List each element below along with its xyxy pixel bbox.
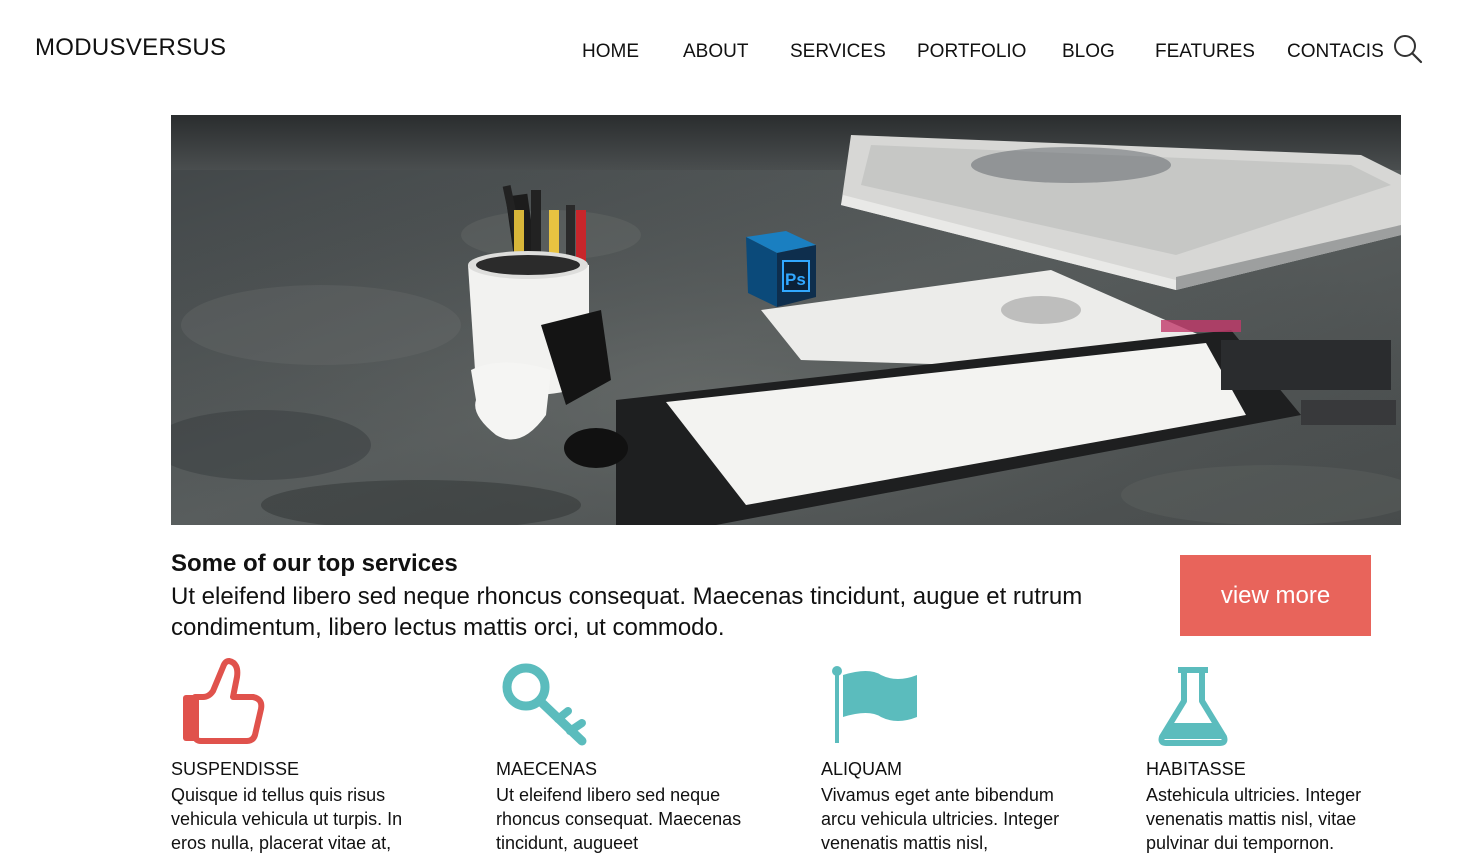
thumbs-up-icon xyxy=(183,658,265,744)
nav-services[interactable]: SERVICES xyxy=(790,41,886,63)
hero-image: Ps xyxy=(171,115,1401,525)
nav-home[interactable]: HOME xyxy=(582,41,639,63)
view-more-button[interactable]: view more xyxy=(1180,555,1371,636)
services-title: Some of our top services xyxy=(171,550,458,577)
svg-text:Ps: Ps xyxy=(785,270,806,289)
feature-title: MAECENAS xyxy=(496,759,598,779)
feature-title: ALIQUAM xyxy=(821,759,903,779)
key-icon xyxy=(502,663,587,746)
search-icon[interactable] xyxy=(1391,33,1423,65)
feature-suspendisse: SUSPENDISSE Quisque id tellus quis risus… xyxy=(171,655,461,853)
feature-text: Astehicula ultricies. Integer venenatis … xyxy=(1146,785,1362,853)
feature-aliquam: ALIQUAM Vivamus eget ante bibendum arcu … xyxy=(821,655,1111,853)
flask-icon xyxy=(1158,667,1228,746)
feature-title: SUSPENDISSE xyxy=(171,759,300,779)
nav-portfolio[interactable]: PORTFOLIO xyxy=(917,41,1026,63)
ps-cube: Ps xyxy=(746,231,816,307)
nav-blog[interactable]: BLOG xyxy=(1062,41,1115,63)
nav-features[interactable]: FEATURES xyxy=(1155,41,1255,63)
feature-text: Ut eleifend libero sed neque rhoncus con… xyxy=(496,785,742,853)
feature-habitasse: HABITASSE Astehicula ultricies. Integer … xyxy=(1146,655,1436,853)
nav-contacts[interactable]: CONTACIS xyxy=(1287,41,1384,63)
feature-title: HABITASSE xyxy=(1146,759,1246,779)
feature-text: Quisque id tellus quis risus vehicula ve… xyxy=(171,785,403,853)
services-description: Ut eleifend libero sed neque rhoncus con… xyxy=(171,583,1083,641)
nav-about[interactable]: ABOUT xyxy=(683,41,748,63)
feature-text: Vivamus eget ante bibendum arcu vehicula… xyxy=(821,785,1060,853)
flag-icon xyxy=(832,666,917,743)
feature-maecenas: MAECENAS Ut eleifend libero sed neque rh… xyxy=(496,655,786,853)
site-logo[interactable]: MODUSVERSUS xyxy=(35,34,226,62)
